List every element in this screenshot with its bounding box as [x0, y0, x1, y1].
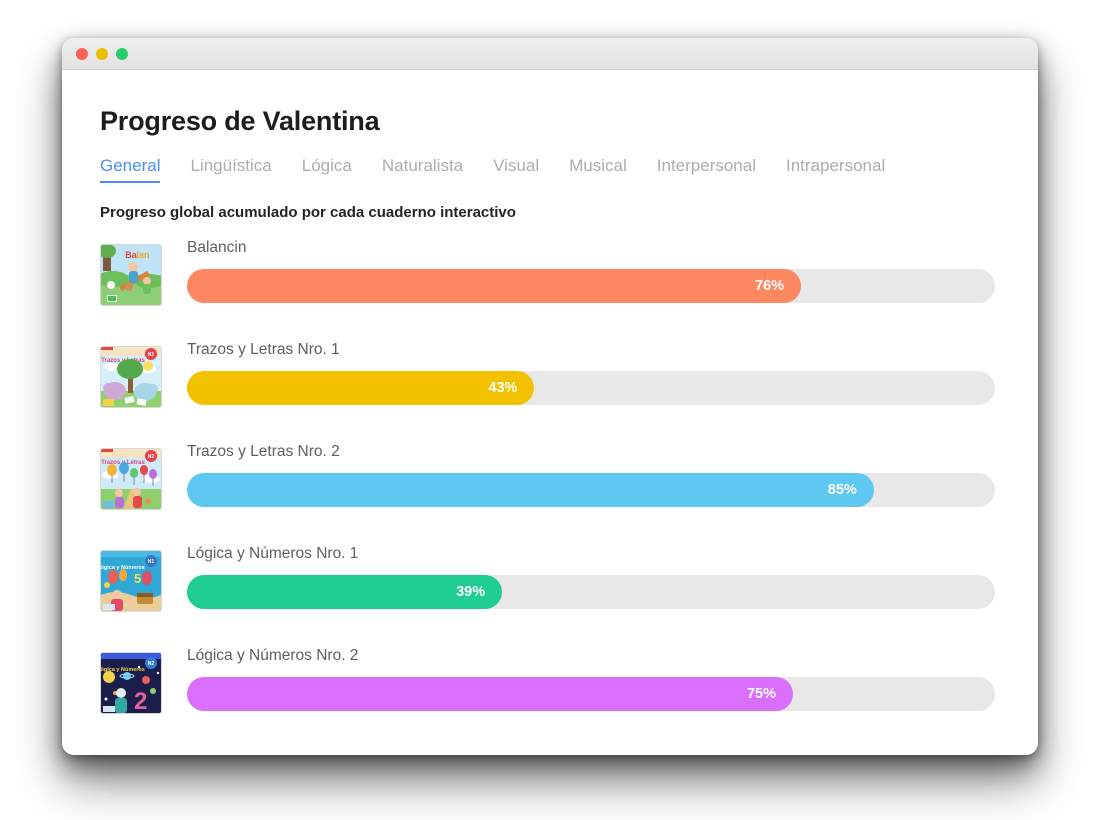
progress-value: 43%	[488, 380, 518, 396]
progress-fill: 85%	[187, 473, 874, 507]
minimize-button[interactable]	[96, 47, 108, 60]
progress-track[interactable]: 76%	[187, 269, 995, 303]
close-button[interactable]	[76, 47, 88, 60]
row-body: Lógica y Números Nro. 2 75%	[187, 645, 995, 711]
row-body: Trazos y Letras Nro. 2 85%	[187, 441, 995, 507]
maximize-button[interactable]	[116, 47, 128, 60]
progress-value: 85%	[827, 482, 857, 498]
tab-bar: General Lingüística Lógica Naturalista V…	[100, 156, 992, 183]
progress-track[interactable]: 43%	[187, 371, 995, 405]
table-row: Ba lan Balancin 76%	[100, 237, 995, 339]
cover-logica-2[interactable]: N2 Lógica y Números 2	[100, 652, 162, 714]
svg-text:2: 2	[134, 688, 147, 713]
cover-trazos-2[interactable]: N2 Trazos y Letras	[100, 448, 162, 510]
tab-intrapersonal[interactable]: Intrapersonal	[786, 156, 885, 183]
row-title: Trazos y Letras Nro. 1	[187, 341, 340, 358]
app-window: Progreso de Valentina General Lingüístic…	[62, 38, 1038, 755]
cover-balancin[interactable]: Ba lan	[100, 244, 162, 306]
cover-logica-1[interactable]: N1 Lógica y Números 5	[100, 550, 162, 612]
page-title: Progreso de Valentina	[100, 106, 380, 136]
tab-interpersonal[interactable]: Interpersonal	[657, 156, 756, 183]
progress-track[interactable]: 39%	[187, 575, 995, 609]
tab-logica[interactable]: Lógica	[302, 156, 352, 183]
row-body: Lógica y Números Nro. 1 39%	[187, 543, 995, 609]
tab-general[interactable]: General	[100, 156, 161, 183]
row-body: Balancin 76%	[187, 237, 995, 303]
row-title: Lógica y Números Nro. 1	[187, 545, 359, 562]
svg-text:lan: lan	[136, 250, 149, 260]
window-titlebar	[62, 38, 1038, 70]
progress-list: Ba lan Balancin 76% N1 Trazos Trazos y L…	[100, 237, 995, 747]
row-title: Balancin	[187, 239, 247, 256]
progress-value: 39%	[456, 584, 486, 600]
progress-fill: 75%	[187, 677, 793, 711]
progress-value: 75%	[746, 686, 776, 702]
table-row: N2 Trazos y Letras	[100, 441, 995, 543]
screenshot-stage: Progreso de Valentina General Lingüístic…	[0, 0, 1100, 820]
window-content: Progreso de Valentina General Lingüístic…	[62, 70, 1038, 747]
tab-naturalista[interactable]: Naturalista	[382, 156, 463, 183]
progress-fill: 39%	[187, 575, 503, 609]
progress-value: 76%	[755, 278, 785, 294]
section-subtitle: Progreso global acumulado por cada cuade…	[100, 204, 516, 221]
table-row: N1 Lógica y Números 5 Lógica y Números N…	[100, 543, 995, 645]
table-row: N2 Lógica y Números 2 Lógica y Números N…	[100, 645, 995, 747]
row-title: Trazos y Letras Nro. 2	[187, 443, 340, 460]
progress-track[interactable]: 75%	[187, 677, 995, 711]
svg-text:N2: N2	[148, 454, 155, 460]
svg-text:N1: N1	[148, 352, 155, 358]
cover-trazos-1[interactable]: N1 Trazos y Letras	[100, 346, 162, 408]
svg-text:N2: N2	[148, 661, 155, 667]
progress-fill: 76%	[187, 269, 802, 303]
progress-fill: 43%	[187, 371, 535, 405]
svg-text:5: 5	[134, 571, 141, 586]
tab-linguistica[interactable]: Lingüística	[190, 156, 271, 183]
svg-text:N1: N1	[148, 559, 155, 565]
table-row: N1 Trazos y Letras	[100, 339, 995, 441]
row-title: Lógica y Números Nro. 2	[187, 647, 359, 664]
tab-visual[interactable]: Visual	[493, 156, 539, 183]
tab-musical[interactable]: Musical	[569, 156, 627, 183]
progress-track[interactable]: 85%	[187, 473, 995, 507]
row-body: Trazos y Letras Nro. 1 43%	[187, 339, 995, 405]
